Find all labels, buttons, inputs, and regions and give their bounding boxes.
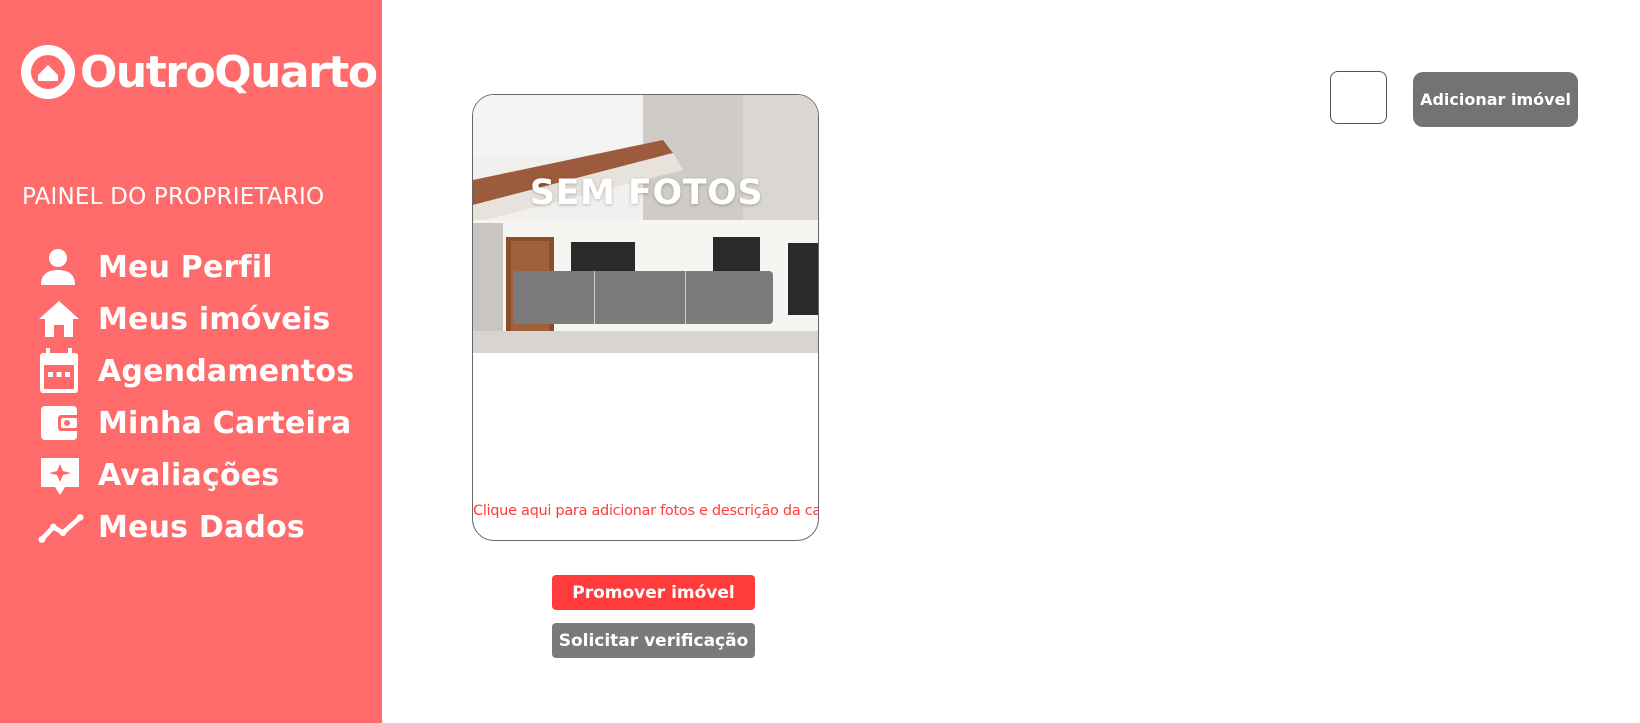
trending-up-icon [38,505,84,549]
add-photos-hint-link[interactable]: Clique aqui para adicionar fotos e descr… [473,503,818,519]
home-icon [38,297,84,341]
brand-logo[interactable]: OutroQuarto [18,42,378,102]
photo-thumbnail[interactable] [513,271,595,324]
sidebar-item-label: Avaliações [98,457,280,493]
sidebar-item-minha-carteira[interactable]: Minha Carteira [38,397,354,449]
add-property-button[interactable]: Adicionar imóvel [1413,72,1578,127]
promote-property-button[interactable]: Promover imóvel [552,575,755,610]
sidebar-menu: Meu Perfil Meus imóveis Agendamentos Min… [38,241,354,553]
brand-name: OutroQuarto [80,46,378,98]
filter-box[interactable] [1330,71,1387,124]
panel-title: PAINEL DO PROPRIETARIO [22,184,325,210]
sidebar-item-label: Meu Perfil [98,249,273,285]
sidebar-item-label: Agendamentos [98,353,355,389]
property-card[interactable]: SEM FOTOS Clique aqui para adicionar fot… [472,94,819,541]
review-icon [38,453,84,497]
sidebar-item-meu-perfil[interactable]: Meu Perfil [38,241,354,293]
no-photos-overlay: SEM FOTOS [529,173,764,213]
sidebar-item-label: Meus Dados [98,509,305,545]
logo-house-icon [21,45,75,99]
sidebar-item-agendamentos[interactable]: Agendamentos [38,345,354,397]
photo-thumbnail[interactable] [595,271,686,324]
sidebar-item-label: Meus imóveis [98,301,331,337]
sidebar-item-label: Minha Carteira [98,405,352,441]
photo-thumbnail[interactable] [686,271,773,324]
request-verification-button[interactable]: Solicitar verificação [552,623,755,658]
person-icon [38,245,84,289]
calendar-icon [38,348,84,393]
sidebar-item-meus-dados[interactable]: Meus Dados [38,501,354,553]
sidebar: OutroQuarto PAINEL DO PROPRIETARIO Meu P… [0,0,382,723]
photo-thumbnail-strip[interactable] [513,271,773,324]
sidebar-item-meus-imoveis[interactable]: Meus imóveis [38,293,354,345]
wallet-icon [38,401,84,445]
sidebar-item-avaliacoes[interactable]: Avaliações [38,449,354,501]
